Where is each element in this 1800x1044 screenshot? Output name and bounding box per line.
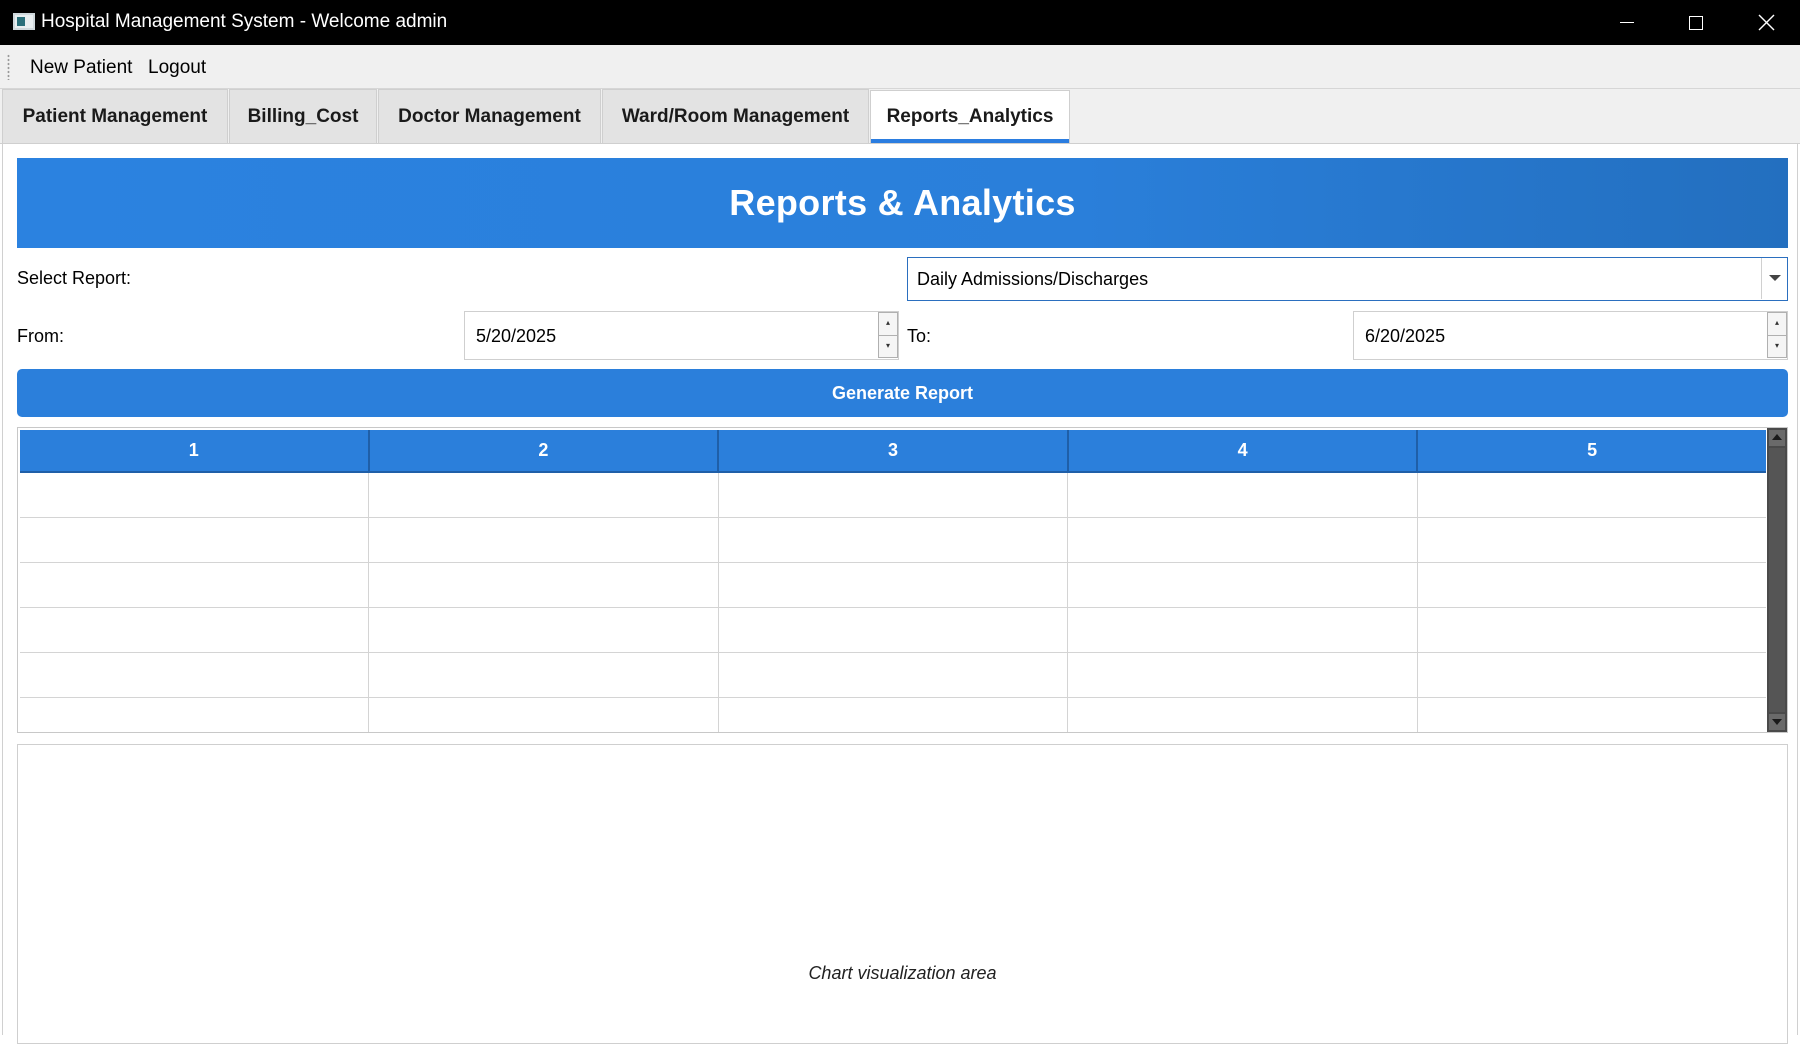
maximize-button[interactable] (1661, 0, 1731, 45)
table-cell[interactable] (20, 563, 370, 607)
table-cell[interactable] (1068, 473, 1418, 517)
column-header[interactable]: 1 (20, 430, 370, 471)
grid-body (20, 473, 1766, 732)
table-row[interactable] (20, 473, 1766, 518)
report-data-grid[interactable]: 1 2 3 4 5 (17, 427, 1788, 733)
spinner-up-icon[interactable]: ▴ (1767, 312, 1787, 335)
table-cell[interactable] (719, 653, 1069, 697)
scroll-down-icon[interactable] (1769, 714, 1785, 730)
from-date-value: 5/20/2025 (476, 326, 557, 346)
table-cell[interactable] (1418, 653, 1766, 697)
tab-reports-analytics[interactable]: Reports_Analytics (870, 90, 1070, 143)
column-header[interactable]: 2 (370, 430, 720, 471)
select-report-label: Select Report: (17, 268, 132, 288)
tab-strip: Patient Management Billing_Cost Doctor M… (0, 89, 1800, 144)
spinner-down-icon[interactable]: ▾ (1767, 335, 1787, 358)
table-cell[interactable] (20, 518, 370, 562)
table-row[interactable] (20, 518, 1766, 563)
grid-scrollbar[interactable] (1767, 428, 1787, 732)
table-cell[interactable] (719, 608, 1069, 652)
table-cell[interactable] (1418, 608, 1766, 652)
tab-doctor-management[interactable]: Doctor Management (378, 89, 601, 143)
app-window-icon (13, 13, 35, 30)
tab-ward-room-management[interactable]: Ward/Room Management (602, 89, 869, 143)
chart-placeholder-text: Chart visualization area (808, 963, 997, 983)
reports-panel: Reports & Analytics Select Report: Daily… (2, 144, 1798, 1044)
table-row[interactable] (20, 563, 1766, 608)
table-cell[interactable] (369, 653, 719, 697)
to-date-value: 6/20/2025 (1365, 326, 1446, 346)
table-row[interactable] (20, 608, 1766, 653)
table-cell[interactable] (1068, 698, 1418, 732)
column-header[interactable]: 5 (1418, 430, 1766, 471)
report-type-value: Daily Admissions/Discharges (917, 269, 1149, 289)
tab-patient-management[interactable]: Patient Management (2, 89, 228, 143)
maximize-icon (1689, 15, 1703, 30)
title-bar: Hospital Management System - Welcome adm… (0, 0, 1800, 45)
scroll-up-icon[interactable] (1769, 430, 1785, 446)
tab-billing-cost[interactable]: Billing_Cost (229, 89, 377, 143)
table-cell[interactable] (369, 518, 719, 562)
table-row[interactable] (20, 653, 1766, 698)
spinner-up-icon[interactable]: ▴ (878, 312, 898, 335)
table-cell[interactable] (20, 698, 370, 732)
table-cell[interactable] (1068, 608, 1418, 652)
report-type-select[interactable]: Daily Admissions/Discharges (907, 257, 1788, 301)
table-cell[interactable] (1418, 563, 1766, 607)
header-banner: Reports & Analytics (17, 158, 1788, 248)
table-cell[interactable] (20, 653, 370, 697)
from-label: From: (17, 326, 64, 346)
minimize-button[interactable] (1592, 0, 1662, 45)
table-cell[interactable] (719, 473, 1069, 517)
table-cell[interactable] (1418, 473, 1766, 517)
table-cell[interactable] (719, 698, 1069, 732)
menu-grip-icon (7, 54, 10, 80)
table-cell[interactable] (1068, 653, 1418, 697)
table-cell[interactable] (369, 698, 719, 732)
table-cell[interactable] (369, 608, 719, 652)
menu-bar: New Patient Logout (0, 45, 1800, 89)
table-cell[interactable] (719, 518, 1069, 562)
page-title: Reports & Analytics (729, 182, 1076, 223)
close-button[interactable] (1731, 0, 1800, 45)
column-header[interactable]: 4 (1069, 430, 1419, 471)
to-date-spinner[interactable]: ▴ ▾ (1767, 312, 1787, 359)
column-header[interactable]: 3 (719, 430, 1069, 471)
close-icon (1758, 14, 1774, 31)
scroll-thumb[interactable] (1769, 448, 1785, 712)
table-cell[interactable] (369, 473, 719, 517)
table-cell[interactable] (20, 473, 370, 517)
table-cell[interactable] (719, 563, 1069, 607)
from-date-picker[interactable]: 5/20/2025 ▴ ▾ (464, 311, 899, 360)
table-cell[interactable] (1068, 518, 1418, 562)
table-cell[interactable] (1418, 698, 1766, 732)
from-date-spinner[interactable]: ▴ ▾ (878, 312, 898, 359)
generate-report-button[interactable]: Generate Report (17, 369, 1788, 417)
minimize-icon (1620, 22, 1634, 23)
to-date-picker[interactable]: 6/20/2025 ▴ ▾ (1353, 311, 1788, 360)
table-row[interactable] (20, 698, 1766, 732)
grid-header: 1 2 3 4 5 (20, 430, 1766, 473)
table-cell[interactable] (1068, 563, 1418, 607)
chart-visualization-area: Chart visualization area (17, 744, 1788, 1044)
table-cell[interactable] (1418, 518, 1766, 562)
menu-item-new-patient[interactable]: New Patient (30, 57, 132, 79)
chevron-down-icon[interactable] (1761, 258, 1787, 299)
window-title: Hospital Management System - Welcome adm… (41, 11, 448, 32)
to-label: To: (907, 326, 932, 346)
table-cell[interactable] (369, 563, 719, 607)
menu-item-logout[interactable]: Logout (148, 57, 206, 79)
spinner-down-icon[interactable]: ▾ (878, 335, 898, 358)
table-cell[interactable] (20, 608, 370, 652)
